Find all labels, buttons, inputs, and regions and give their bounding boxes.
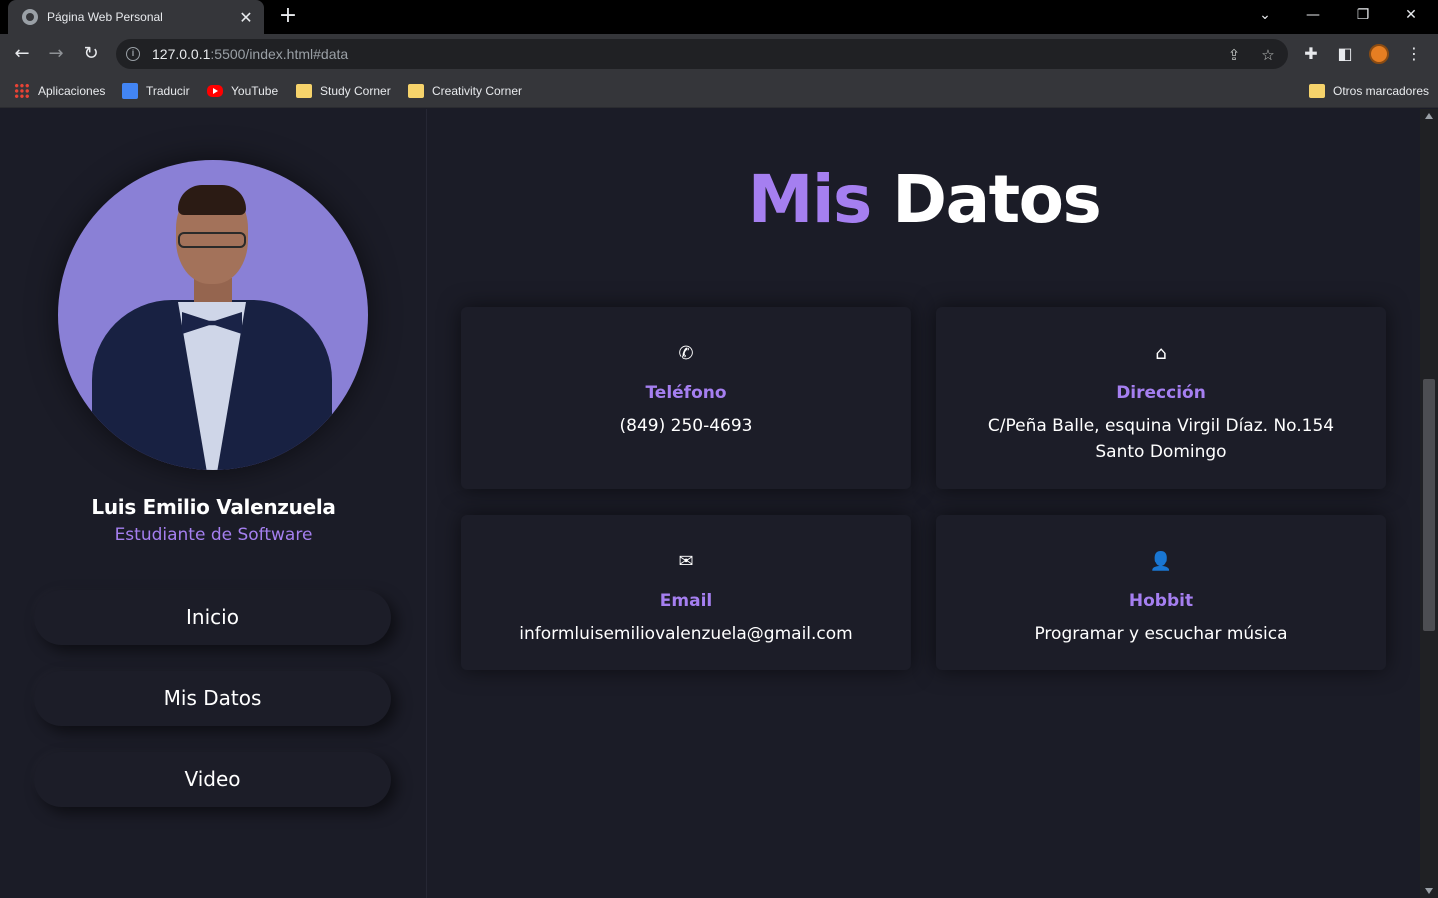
scroll-up-icon[interactable]: [1425, 113, 1433, 119]
card-email: ✉ Email informluisemiliovalenzuela@gmail…: [461, 515, 911, 670]
bookmark-apps[interactable]: Aplicaciones: [14, 81, 105, 101]
url-text[interactable]: 127.0.0.1:5500/index.html#data: [152, 46, 348, 62]
scrollbar-thumb[interactable]: [1423, 379, 1435, 631]
card-label: Teléfono: [645, 383, 727, 403]
bookmark-creativity-corner[interactable]: Creativity Corner: [408, 81, 522, 101]
page-content: Luis Emilio Valenzuela Estudiante de Sof…: [0, 109, 1420, 898]
bookmark-other[interactable]: Otros marcadores: [1309, 81, 1429, 101]
bookmarks-bar: Aplicaciones Traducir YouTube Study Corn…: [0, 74, 1438, 108]
card-value: Programar y escuchar música: [1034, 624, 1288, 644]
bookmark-label: Aplicaciones: [38, 84, 106, 98]
card-phone: ✆ Teléfono (849) 250-4693: [461, 307, 911, 489]
nav-inicio-button[interactable]: Inicio: [34, 590, 391, 645]
bookmark-label: Study Corner: [320, 84, 391, 98]
nav-video-button[interactable]: Video: [34, 752, 391, 807]
star-icon[interactable]: ☆: [1258, 45, 1278, 65]
card-label: Email: [659, 591, 713, 611]
phone-icon: ✆: [678, 343, 694, 364]
address-line-1: C/Peña Balle, esquina Virgil Díaz. No.15…: [987, 416, 1335, 436]
bookmark-youtube[interactable]: YouTube: [207, 81, 278, 101]
folder-icon: [1309, 84, 1325, 98]
card-value: C/Peña Balle, esquina Virgil Díaz. No.15…: [936, 413, 1386, 465]
new-tab-button[interactable]: +: [276, 4, 300, 28]
tab-search-icon[interactable]: ⌄: [1242, 0, 1288, 30]
profile-role: Estudiante de Software: [114, 525, 313, 545]
extensions-icon[interactable]: ✚: [1299, 42, 1323, 66]
card-address: ⌂ Dirección C/Peña Balle, esquina Virgil…: [936, 307, 1386, 489]
profile-avatar-icon[interactable]: [1369, 44, 1389, 64]
forward-arrow-icon[interactable]: →: [44, 42, 68, 66]
minimize-button[interactable]: —: [1290, 0, 1336, 30]
scroll-down-icon[interactable]: [1425, 888, 1433, 894]
card-value: informluisemiliovalenzuela@gmail.com: [519, 624, 853, 644]
sidebar: Luis Emilio Valenzuela Estudiante de Sof…: [0, 109, 427, 898]
card-hobby: 👤 Hobbit Programar y escuchar música: [936, 515, 1386, 670]
address-bar[interactable]: i 127.0.0.1:5500/index.html#data ⇪ ☆: [116, 39, 1288, 69]
bookmark-study-corner[interactable]: Study Corner: [296, 81, 391, 101]
nav-mis-datos-button[interactable]: Mis Datos: [34, 671, 391, 726]
close-window-button[interactable]: ✕: [1388, 0, 1434, 30]
title-word-1: Mis: [747, 161, 873, 238]
profile-photo: [58, 160, 368, 470]
user-icon: 👤: [1149, 551, 1173, 572]
restore-button[interactable]: ❐: [1340, 0, 1386, 30]
tab-title: Página Web Personal: [47, 10, 163, 24]
close-tab-icon[interactable]: ✕: [234, 8, 258, 27]
vertical-scrollbar[interactable]: [1420, 109, 1438, 898]
bookmark-label: Creativity Corner: [432, 84, 523, 98]
card-label: Hobbit: [1128, 591, 1194, 611]
reload-icon[interactable]: ↻: [79, 42, 103, 66]
browser-tabstrip: Página Web Personal ✕ + ⌄ — ❐ ✕: [0, 0, 1438, 34]
envelope-icon: ✉: [678, 551, 694, 572]
bookmark-label: Traducir: [146, 84, 190, 98]
card-value: (849) 250-4693: [619, 416, 753, 436]
bookmark-label: Otros marcadores: [1333, 84, 1430, 98]
title-word-2: Datos: [892, 161, 1102, 238]
browser-toolbar: ← → ↻ i 127.0.0.1:5500/index.html#data ⇪…: [0, 34, 1438, 74]
home-icon: ⌂: [1155, 343, 1167, 364]
browser-tab[interactable]: Página Web Personal ✕: [8, 0, 264, 34]
bookmark-translate[interactable]: Traducir: [122, 81, 190, 101]
youtube-icon: [207, 85, 223, 97]
share-icon[interactable]: ⇪: [1224, 45, 1244, 65]
profile-name: Luis Emilio Valenzuela: [91, 495, 336, 519]
apps-icon: [14, 83, 30, 99]
card-label: Dirección: [1116, 383, 1206, 403]
folder-icon: [408, 84, 424, 98]
back-arrow-icon[interactable]: ←: [10, 42, 34, 66]
info-icon[interactable]: i: [126, 47, 140, 61]
address-line-2: Santo Domingo: [1095, 442, 1227, 462]
menu-kebab-icon[interactable]: ⋮: [1402, 42, 1426, 66]
translate-icon: [122, 83, 138, 99]
page-title: Mis Datos: [428, 161, 1420, 238]
side-panel-icon[interactable]: ◧: [1333, 42, 1357, 66]
main-section: Mis Datos ✆ Teléfono (849) 250-4693 ⌂ Di…: [428, 109, 1420, 898]
folder-icon: [296, 84, 312, 98]
globe-icon: [22, 9, 38, 25]
bookmark-label: YouTube: [231, 84, 279, 98]
